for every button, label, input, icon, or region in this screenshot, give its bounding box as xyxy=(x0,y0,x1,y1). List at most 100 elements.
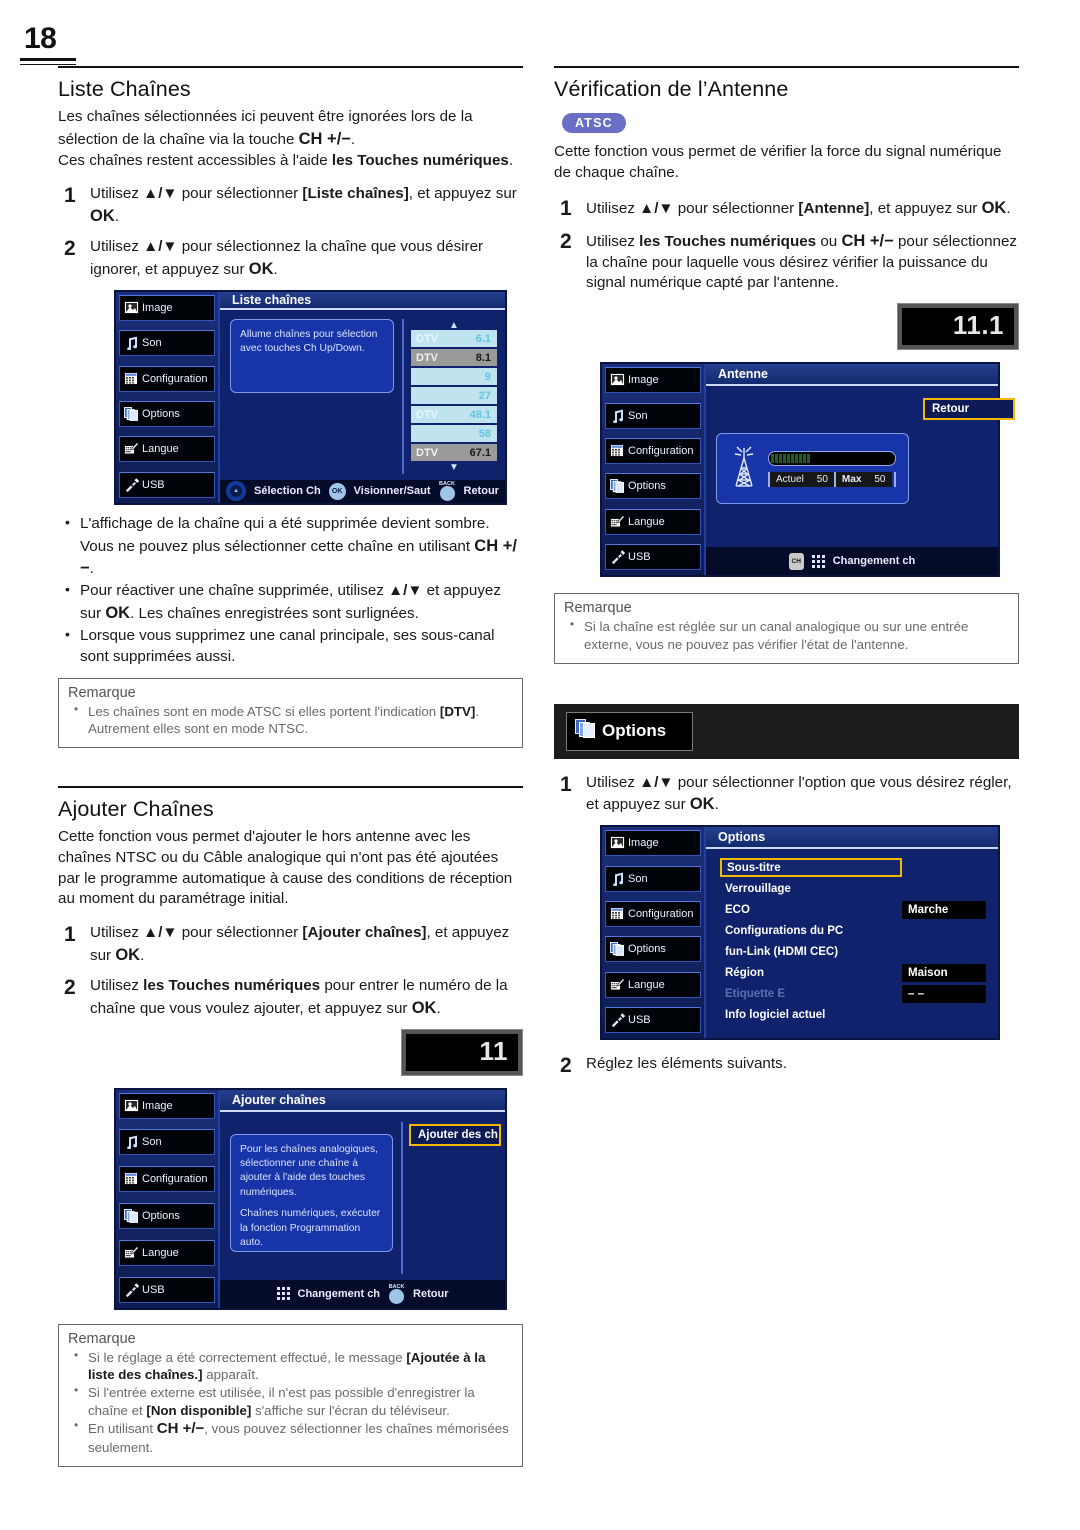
ch-key-icon: CH xyxy=(788,552,804,570)
step-number: 2 xyxy=(560,229,572,253)
sidebar-item-usb[interactable]: USB xyxy=(605,1007,701,1034)
osd-info-area: Allume chaînes pour sélection avec touch… xyxy=(230,319,402,474)
retour-button[interactable]: Retour xyxy=(923,398,1015,421)
option-label: Etiquette E xyxy=(725,987,786,1000)
step-item: 2 Utilisez les Touches numériques ou CH … xyxy=(554,230,1019,294)
channel-display-box: 11 xyxy=(401,1028,523,1076)
sidebar-item-options[interactable]: Options xyxy=(119,400,215,427)
sidebar-item-configuration[interactable]: Configuration xyxy=(119,365,215,392)
step-text-a: Utilisez xyxy=(586,232,640,250)
sidebar-item-configuration[interactable]: Configuration xyxy=(605,901,701,928)
pages-icon xyxy=(124,406,140,421)
sidebar-item-usb[interactable]: USB xyxy=(605,544,701,571)
grid-icon xyxy=(610,907,626,921)
step-text-d: . xyxy=(1006,199,1011,217)
remarque-text-a: Les chaînes sont en mode ATSC si elles p… xyxy=(88,703,440,719)
osd-footer: ▲ Sélection Ch OK Visionner/Saut BACK Re… xyxy=(220,480,505,503)
channel-row[interactable]: DTV 8.1 xyxy=(411,349,497,367)
signal-max-label: Max xyxy=(841,473,862,485)
step-text-d: . xyxy=(140,947,145,965)
sidebar-item-langue[interactable]: Langue xyxy=(119,1239,215,1266)
sidebar-item-son[interactable]: Son xyxy=(605,402,701,429)
option-row-info-logiciel-actuel[interactable]: Info logiciel actuel xyxy=(720,1004,998,1025)
sidebar-item-son[interactable]: Son xyxy=(119,1129,215,1156)
step-number: 2 xyxy=(64,975,76,999)
sidebar-item-son[interactable]: Son xyxy=(605,865,701,892)
step-ok-key: OK xyxy=(248,259,274,278)
sidebar-item-son[interactable]: Son xyxy=(119,330,215,357)
osd-sidebar: Image Son Configuration Options Langue U… xyxy=(602,827,706,1039)
osd-footer: Changement ch BACK Retour xyxy=(220,1279,505,1308)
step-text-d: . xyxy=(714,796,719,814)
sidebar-item-configuration[interactable]: Configuration xyxy=(605,438,701,465)
option-row-eco[interactable]: ECO Marche xyxy=(720,899,998,920)
remarque-box-ajouter-chaines: Remarque Si le réglage a été correctemen… xyxy=(58,1323,523,1467)
channel-row[interactable]: 9 xyxy=(411,368,497,386)
page-title-verification-antenne: Vérification de l’Antenne xyxy=(554,77,789,101)
sidebar-item-label: Configuration xyxy=(628,908,694,921)
sidebar-item-label: Langue xyxy=(628,515,665,528)
osd-info-text: Allume chaînes pour sélection avec touch… xyxy=(240,329,378,355)
grid-icon xyxy=(610,444,626,458)
channel-row[interactable]: DTV 6.1 xyxy=(411,330,497,348)
bullet-text-c: . xyxy=(89,560,94,578)
step-item: 2 Utilisez les Touches numériques pour e… xyxy=(58,976,523,1020)
bullet-ok-key: OK xyxy=(105,604,131,623)
option-label: ECO xyxy=(725,903,750,916)
step-text-b: pour sélectionner xyxy=(177,185,303,203)
ajouter-chaines-intro: Cette fonction vous permet d'ajouter le … xyxy=(58,827,513,908)
channel-row[interactable]: DTV 48.1 xyxy=(411,406,497,424)
sidebar-item-options[interactable]: Options xyxy=(605,473,701,500)
sidebar-item-usb[interactable]: USB xyxy=(119,471,215,498)
step-number: 2 xyxy=(64,237,76,261)
step-numeric-keys: les Touches numériques xyxy=(143,976,321,994)
remarque-item: Si le réglage a été correctement effectu… xyxy=(68,1348,513,1384)
intro-line-1: Les chaînes sélectionnées ici peuvent êt… xyxy=(58,108,473,125)
channel-list[interactable]: ▲ DTV 6.1 DTV 8.1 9 27 DTV 48.1 58 DTV 67.1 … xyxy=(409,319,501,474)
section-divider xyxy=(554,66,1019,68)
sidebar-item-image[interactable]: Image xyxy=(605,830,701,857)
remarque-item: Si l'entrée externe est utilisée, il n'e… xyxy=(68,1383,513,1419)
osd-info-text-1: Pour les chaînes analogiques, sélectionn… xyxy=(240,1143,378,1198)
osd-main: Liste chaînes Allume chaînes pour sélect… xyxy=(220,291,505,503)
channel-row[interactable]: 58 xyxy=(411,425,497,443)
intro-line-3c: . xyxy=(508,151,514,169)
step-text-a: Utilisez xyxy=(586,773,640,791)
sidebar-item-options[interactable]: Options xyxy=(119,1202,215,1229)
sidebar-item-label: Image xyxy=(628,374,659,387)
sidebar-item-langue[interactable]: Langue xyxy=(605,508,701,535)
page-title-liste-chaines: Liste Chaînes xyxy=(58,77,191,101)
option-row-region[interactable]: Région Maison xyxy=(720,962,998,983)
sidebar-item-options[interactable]: Options xyxy=(605,936,701,963)
option-row-fun-link[interactable]: fun-Link (HDMI CEC) xyxy=(720,941,998,962)
sidebar-item-label: Image xyxy=(628,837,659,850)
osd-body: Allume chaînes pour sélection avec touch… xyxy=(220,310,505,481)
sidebar-item-langue[interactable]: Langue xyxy=(605,971,701,998)
options-chip: Options xyxy=(566,711,694,751)
option-row-verrouillage[interactable]: Verrouillage xyxy=(720,878,998,899)
intro-numeric-keys: les Touches numériques xyxy=(331,151,509,169)
sidebar-item-image[interactable]: Image xyxy=(605,367,701,394)
ajouter-des-ch-button[interactable]: Ajouter des ch xyxy=(409,1123,501,1146)
sidebar-item-langue[interactable]: Langue xyxy=(119,436,215,463)
sidebar-item-usb[interactable]: USB xyxy=(119,1276,215,1303)
scroll-down-icon[interactable]: ▼ xyxy=(411,463,497,473)
option-row-configurations-du-pc[interactable]: Configurations du PC xyxy=(720,920,998,941)
sidebar-item-image[interactable]: Image xyxy=(119,294,215,321)
usb-icon xyxy=(610,549,626,566)
sidebar-item-configuration[interactable]: Configuration xyxy=(119,1166,215,1193)
option-row-sous-titre[interactable]: Sous-titre xyxy=(720,857,998,878)
ch-key-label: CH xyxy=(791,557,801,565)
scroll-up-icon[interactable]: ▲ xyxy=(411,321,497,331)
channel-row[interactable]: 27 xyxy=(411,387,497,405)
channel-number: 67.1 xyxy=(469,446,491,459)
step-numeric-keys: les Touches numériques xyxy=(639,232,817,250)
sidebar-item-image[interactable]: Image xyxy=(119,1092,215,1119)
osd-info-area: Pour les chaînes analogiques, sélectionn… xyxy=(230,1122,401,1274)
osd-sidebar: Image Son Configuration Options Langue U… xyxy=(602,364,706,576)
step-text-b: pour sélectionner xyxy=(673,199,799,217)
channel-row[interactable]: DTV 67.1 xyxy=(411,444,497,462)
osd-main: Options Sous-titre Verrouillage ECO Marc… xyxy=(706,827,998,1039)
liste-chaines-bullets: L'affichage de la chaîne qui a été suppr… xyxy=(58,513,523,668)
intro-line-2a: sélection de la chaîne via la touche xyxy=(58,130,299,148)
